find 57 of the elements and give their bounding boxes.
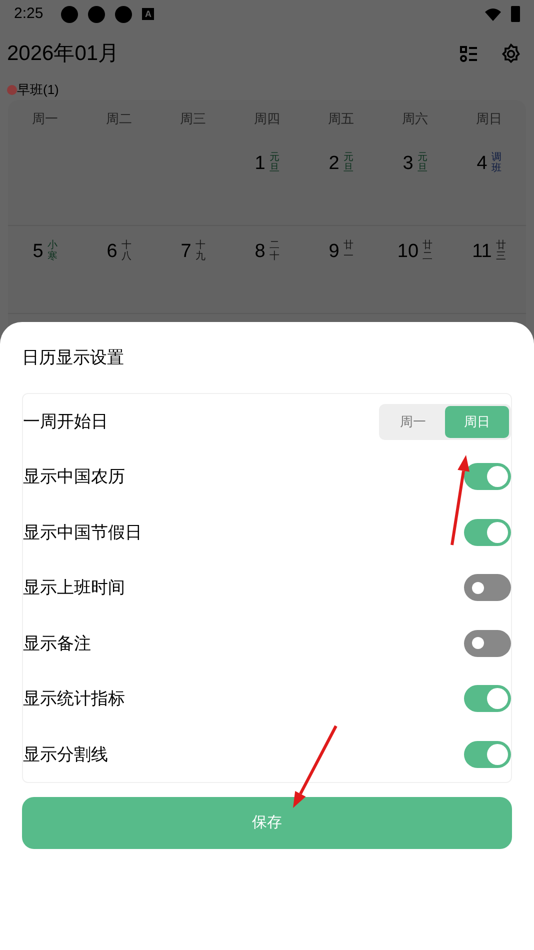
notification-icon <box>61 6 78 22</box>
battery-icon <box>511 6 520 22</box>
month-title: 2026年01月 <box>7 41 120 68</box>
day-note: 小寒 <box>47 240 58 262</box>
day-note: 十八 <box>121 240 132 262</box>
weekday-label: 周日 <box>475 110 503 128</box>
save-button[interactable]: 保存 <box>22 797 512 849</box>
settings-icon[interactable] <box>500 43 522 65</box>
day-note: 调班 <box>491 152 502 174</box>
notification-badge: A <box>142 8 154 20</box>
day-note: 廿三 <box>496 240 506 262</box>
toggle-switch[interactable] <box>464 518 511 546</box>
day-number: 6 <box>106 240 118 264</box>
toggle-switch[interactable] <box>464 740 511 768</box>
day-note: 廿一 <box>343 240 354 262</box>
day-number: 4 <box>476 152 488 176</box>
day-number: 7 <box>180 240 192 264</box>
weekday-label: 周五 <box>327 110 355 128</box>
setting-label: 显示上班时间 <box>23 577 125 599</box>
week-start-option[interactable]: 周日 <box>445 406 509 438</box>
weekday-label: 周二 <box>105 110 133 128</box>
day-number: 9 <box>328 240 340 264</box>
setting-label: 显示中国农历 <box>23 466 125 488</box>
day-number: 11 <box>472 240 492 264</box>
day-number: 5 <box>32 240 44 264</box>
setting-label: 显示备注 <box>23 632 91 654</box>
day-note: 元旦 <box>343 152 354 174</box>
notification-icon <box>115 6 132 22</box>
status-time: 2:25 <box>14 4 44 24</box>
setting-label: 显示统计指标 <box>23 688 125 710</box>
weekday-label: 周一 <box>31 110 59 128</box>
day-note: 十九 <box>195 240 206 262</box>
day-number: 10 <box>397 240 419 264</box>
day-number: 8 <box>254 240 266 264</box>
day-number: 3 <box>402 152 414 176</box>
toggle-switch[interactable] <box>464 574 511 602</box>
notification-icon <box>88 6 106 22</box>
setting-label: 一周开始日 <box>23 410 108 433</box>
day-note: 元旦 <box>269 152 280 174</box>
setting-label: 显示中国节假日 <box>23 522 142 544</box>
list-view-icon[interactable] <box>459 44 479 64</box>
sheet-title: 日历显示设置 <box>22 346 125 369</box>
weekday-label: 周六 <box>401 110 429 128</box>
toggle-switch[interactable] <box>464 685 511 712</box>
weekday-label: 周三 <box>179 110 207 128</box>
legend-label: 早班(1) <box>17 81 59 100</box>
toggle-switch[interactable] <box>464 463 511 490</box>
week-start-option[interactable]: 周一 <box>381 406 445 438</box>
day-note: 元旦 <box>417 152 428 174</box>
day-note: 二十 <box>269 240 280 262</box>
weekday-label: 周四 <box>253 110 281 128</box>
day-number: 1 <box>254 152 266 176</box>
day-number: 2 <box>328 152 340 176</box>
wifi-icon <box>485 8 501 20</box>
setting-label: 显示分割线 <box>23 744 108 766</box>
day-note: 廿二 <box>422 240 433 262</box>
toggle-switch[interactable] <box>464 630 511 657</box>
